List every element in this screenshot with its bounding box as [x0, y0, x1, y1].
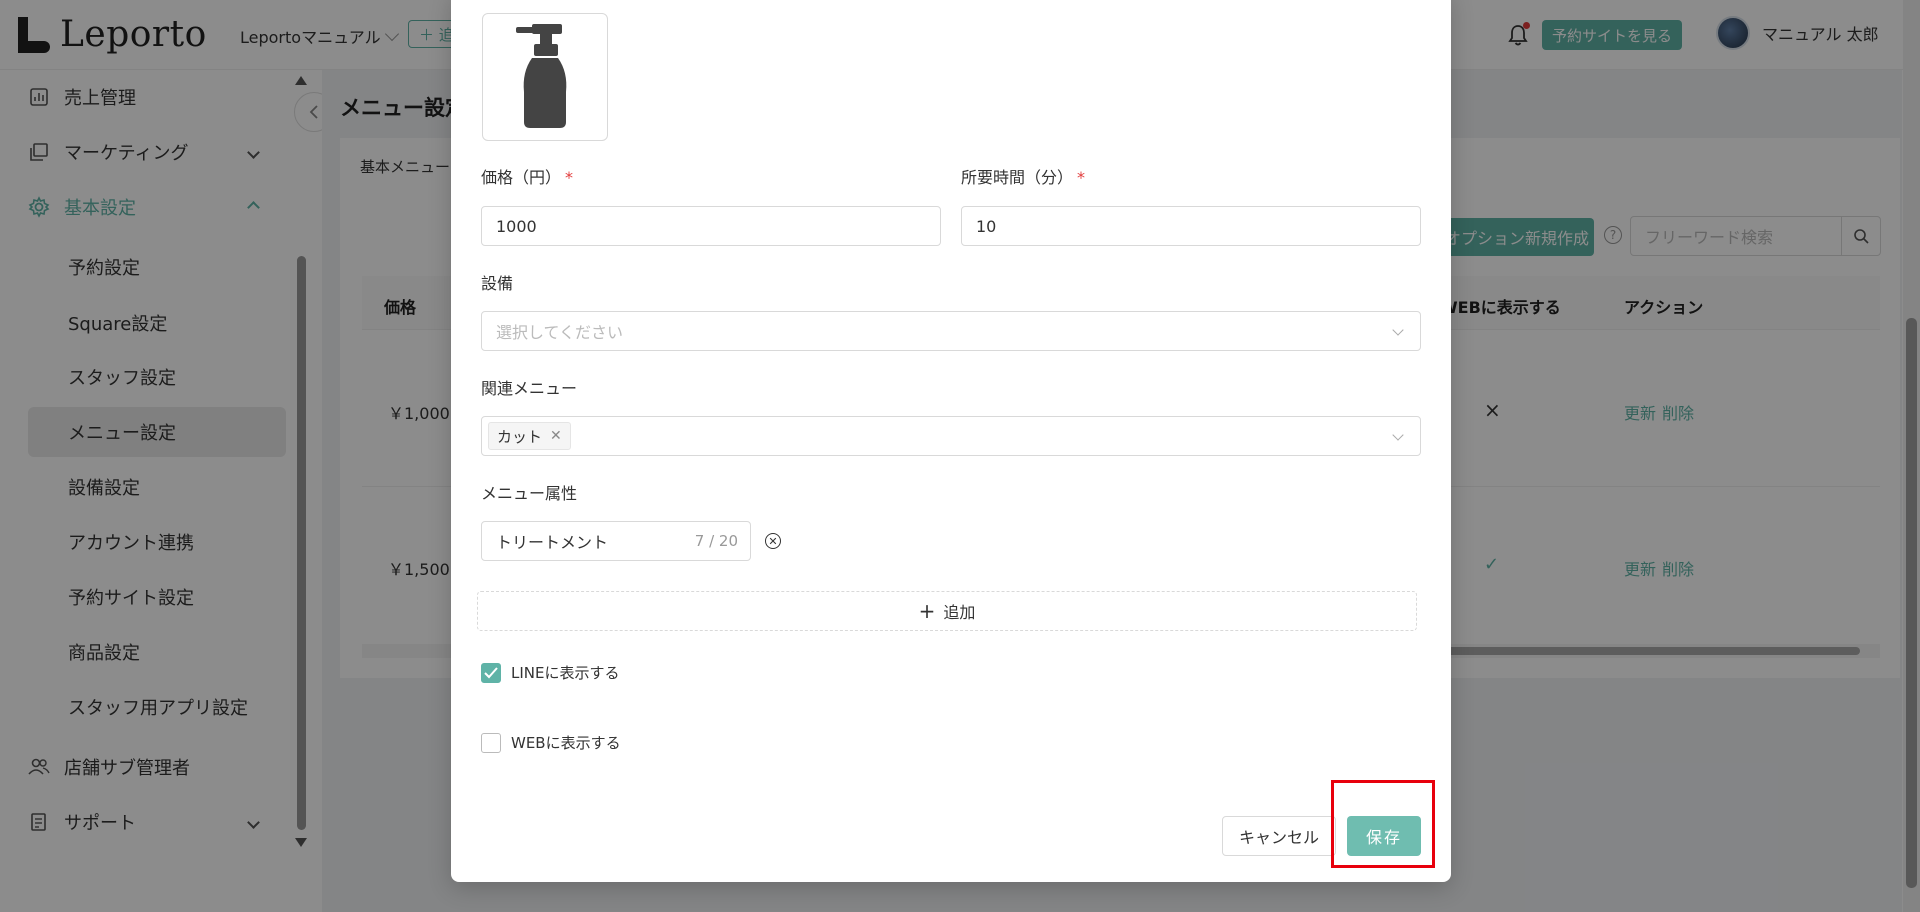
- line-display-checkbox[interactable]: LINEに表示する: [481, 662, 619, 683]
- menu-image-thumbnail[interactable]: [482, 13, 608, 141]
- web-display-label: WEBに表示する: [511, 734, 621, 752]
- related-menu-select[interactable]: カット ✕: [481, 416, 1421, 456]
- equipment-label: 設備: [481, 274, 514, 293]
- save-button-highlight: [1331, 780, 1435, 868]
- related-menu-tag: カット ✕: [488, 422, 571, 450]
- menu-attribute-label: メニュー属性: [481, 484, 578, 503]
- menu-attribute-input[interactable]: トリートメント 7 / 20: [481, 521, 751, 561]
- pump-bottle-icon: [516, 24, 567, 128]
- chevron-down-icon: [1392, 429, 1404, 441]
- checkbox-checked-icon[interactable]: [481, 662, 501, 683]
- cancel-button[interactable]: キャンセル: [1222, 816, 1336, 856]
- line-display-label: LINEに表示する: [511, 664, 620, 682]
- character-counter: 7 / 20: [694, 532, 738, 550]
- add-attribute-button[interactable]: + 追加: [477, 591, 1417, 631]
- equipment-select[interactable]: 選択してください: [481, 311, 1421, 351]
- chevron-down-icon: [1392, 324, 1404, 336]
- web-display-checkbox[interactable]: WEBに表示する: [481, 732, 621, 753]
- edit-menu-modal: 価格（円） * 1000 所要時間（分） * 10 設備 選択してください 関連メニ…: [451, 0, 1451, 882]
- tag-close-icon[interactable]: ✕: [550, 428, 562, 444]
- duration-input[interactable]: 10: [961, 206, 1421, 246]
- price-label: 価格（円） *: [481, 168, 574, 187]
- attribute-value: トリートメント: [496, 533, 609, 552]
- tag-label: カット: [497, 427, 543, 446]
- related-menu-label: 関連メニュー: [481, 379, 578, 398]
- plus-icon: +: [918, 599, 936, 623]
- remove-attribute-icon[interactable]: ✕: [765, 533, 781, 549]
- equipment-placeholder: 選択してください: [496, 323, 624, 342]
- price-input[interactable]: 1000: [481, 206, 941, 246]
- duration-label: 所要時間（分） *: [961, 168, 1086, 187]
- checkbox-unchecked-icon[interactable]: [481, 732, 501, 753]
